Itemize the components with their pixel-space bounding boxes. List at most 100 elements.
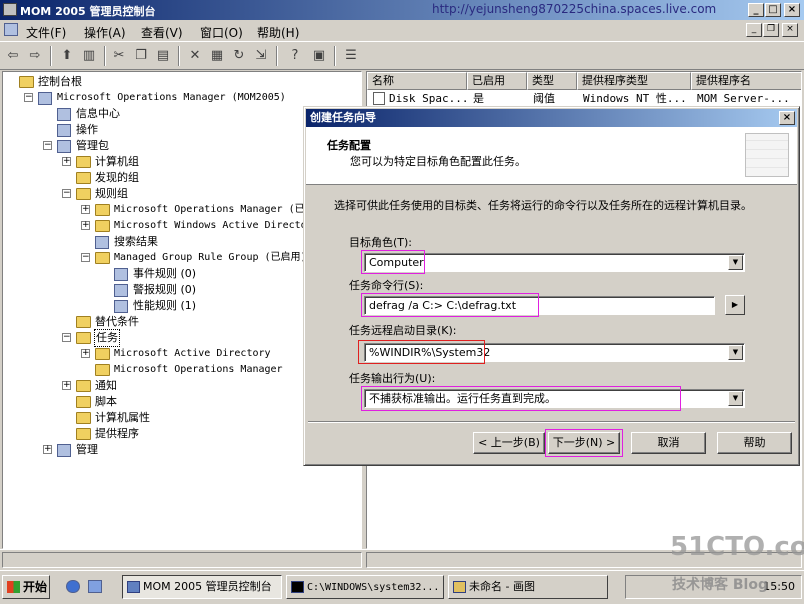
folder-icon bbox=[95, 252, 110, 264]
paste-icon[interactable]: ▤ bbox=[154, 47, 172, 65]
tree-item-label: 控制台根 bbox=[38, 75, 82, 88]
dialog-separator bbox=[308, 421, 795, 423]
folder-icon bbox=[76, 396, 91, 408]
collapse-icon[interactable]: − bbox=[24, 93, 33, 102]
task-paint[interactable]: 未命名 - 画图 bbox=[448, 575, 608, 599]
wizard-header: 任务配置 您可以为特定目标角色配置此任务。 bbox=[306, 127, 797, 185]
folder-icon bbox=[76, 172, 91, 184]
back-button[interactable]: < 上一步(B) bbox=[473, 432, 545, 454]
expand-icon[interactable]: + bbox=[81, 221, 90, 230]
mom-app-icon bbox=[127, 581, 140, 593]
refresh-icon[interactable]: ↻ bbox=[230, 47, 248, 65]
highlight-box bbox=[361, 293, 539, 317]
expand-icon[interactable]: + bbox=[43, 445, 52, 454]
status-panel-left bbox=[2, 552, 362, 568]
help-icon[interactable]: ? bbox=[286, 47, 304, 65]
cancel-button[interactable]: 取消 bbox=[631, 432, 706, 454]
node-icon bbox=[114, 268, 128, 281]
node-icon bbox=[57, 108, 71, 121]
tree-item-label: 性能规则 (1) bbox=[133, 299, 197, 312]
properties-icon[interactable]: ▦ bbox=[208, 47, 226, 65]
expand-icon[interactable]: + bbox=[81, 205, 90, 214]
copy-icon[interactable]: ❐ bbox=[132, 47, 150, 65]
tree-item[interactable]: 控制台根 bbox=[3, 74, 361, 90]
node-icon bbox=[57, 124, 71, 137]
up-folder-icon[interactable]: ⬆ bbox=[58, 47, 76, 65]
dialog-close-icon[interactable]: × bbox=[779, 111, 795, 125]
forward-arrow-icon[interactable]: ⇨ bbox=[26, 47, 44, 65]
column-provider-type[interactable]: 提供程序类型 bbox=[577, 72, 691, 90]
view-list-icon[interactable]: ☰ bbox=[342, 47, 360, 65]
menu-action[interactable]: 操作(A) bbox=[84, 24, 126, 41]
blog-watermark: 技术博客 Blog bbox=[672, 577, 768, 593]
expand-icon[interactable]: + bbox=[62, 157, 71, 166]
tree-item-label: Microsoft Windows Active Directory bbox=[114, 220, 319, 231]
tree-item-label: 发现的组 bbox=[95, 171, 139, 184]
window-title: MOM 2005 管理员控制台 bbox=[20, 5, 156, 18]
folder-icon bbox=[76, 316, 91, 328]
task-mom-console[interactable]: MOM 2005 管理员控制台 bbox=[122, 575, 282, 599]
column-name[interactable]: 名称 bbox=[367, 72, 467, 90]
expand-icon[interactable]: + bbox=[62, 381, 71, 390]
tree-item-label: 计算机属性 bbox=[95, 411, 150, 424]
column-enabled[interactable]: 已启用 bbox=[467, 72, 527, 90]
tree-item-label: 管理包 bbox=[76, 139, 109, 152]
folder-icon bbox=[76, 428, 91, 440]
show-tree-icon[interactable]: ▥ bbox=[80, 47, 98, 65]
tree-item[interactable]: − Microsoft Operations Manager (MOM2005) bbox=[3, 90, 361, 106]
collapse-icon[interactable]: − bbox=[62, 189, 71, 198]
tree-item-label: 提供程序 bbox=[95, 427, 139, 440]
tree-item-label: 警报规则 (0) bbox=[133, 283, 197, 296]
back-arrow-icon[interactable]: ⇦ bbox=[4, 47, 22, 65]
close-icon[interactable]: × bbox=[784, 3, 800, 17]
cut-icon[interactable]: ✂ bbox=[110, 47, 128, 65]
target-role-label: 目标角色(T): bbox=[349, 236, 413, 249]
delete-icon[interactable]: ✕ bbox=[186, 47, 204, 65]
tree-item-label: 替代条件 bbox=[95, 315, 139, 328]
dropdown-arrow-icon[interactable]: ▼ bbox=[728, 391, 743, 406]
collapse-icon[interactable]: − bbox=[62, 333, 71, 342]
column-type[interactable]: 类型 bbox=[527, 72, 577, 90]
minimize-icon[interactable]: _ bbox=[748, 3, 764, 17]
mdi-restore-icon[interactable]: ❐ bbox=[763, 23, 779, 37]
dropdown-arrow-icon[interactable]: ▼ bbox=[728, 345, 743, 360]
node-icon bbox=[38, 92, 52, 105]
menu-window[interactable]: 窗口(O) bbox=[200, 24, 243, 41]
toolbar: ⇦ ⇨ ⬆ ▥ ✂ ❐ ▤ ✕ ▦ ↻ ⇲ ? ▣ ☰ bbox=[0, 43, 804, 70]
tree-item-label: Managed Group Rule Group (已启用) bbox=[114, 252, 307, 263]
expand-icon[interactable]: + bbox=[81, 349, 90, 358]
folder-icon bbox=[76, 332, 91, 344]
action-pane-icon[interactable]: ▣ bbox=[310, 47, 328, 65]
task-label: C:\WINDOWS\system32... bbox=[307, 582, 440, 593]
tree-item-label: 任务 bbox=[94, 329, 120, 347]
highlight-box bbox=[361, 386, 681, 411]
toolbar-separator bbox=[334, 46, 336, 66]
tree-item-label: 操作 bbox=[76, 123, 98, 136]
menu-file[interactable]: 文件(F) bbox=[26, 24, 66, 41]
mom-app-icon bbox=[3, 3, 17, 16]
dropdown-arrow-icon[interactable]: ▼ bbox=[728, 255, 743, 270]
menu-help[interactable]: 帮助(H) bbox=[257, 24, 299, 41]
maximize-icon[interactable]: □ bbox=[765, 3, 781, 17]
start-button[interactable]: 开始 bbox=[2, 575, 50, 599]
mdi-close-icon[interactable]: × bbox=[782, 23, 798, 37]
help-button[interactable]: 帮助 bbox=[717, 432, 792, 454]
column-provider-name[interactable]: 提供程序名 bbox=[691, 72, 801, 90]
wizard-description: 选择可供此任务使用的目标类、任务将运行的命令行以及任务所在的远程计算机目录。 bbox=[334, 199, 752, 212]
quicklaunch-icon[interactable] bbox=[88, 580, 102, 593]
toolbar-separator bbox=[104, 46, 106, 66]
cell-name: Disk Spac... bbox=[389, 92, 467, 105]
command-arrow-button[interactable]: ▶ bbox=[725, 295, 745, 315]
export-list-icon[interactable]: ⇲ bbox=[252, 47, 270, 65]
collapse-icon[interactable]: − bbox=[81, 253, 90, 262]
mdi-minimize-icon[interactable]: _ bbox=[746, 23, 762, 37]
ie-icon[interactable] bbox=[66, 580, 80, 593]
collapse-icon[interactable]: − bbox=[43, 141, 52, 150]
task-cmd[interactable]: C:\WINDOWS\system32... bbox=[286, 575, 444, 599]
wizard-header-title: 任务配置 bbox=[327, 139, 371, 152]
tree-item-label: 通知 bbox=[95, 379, 117, 392]
menu-view[interactable]: 查看(V) bbox=[141, 24, 183, 41]
node-icon bbox=[95, 236, 109, 249]
tree-item-label: Microsoft Operations Manager (MOM2005) bbox=[57, 92, 286, 103]
wizard-header-subtitle: 您可以为特定目标角色配置此任务。 bbox=[350, 155, 526, 168]
